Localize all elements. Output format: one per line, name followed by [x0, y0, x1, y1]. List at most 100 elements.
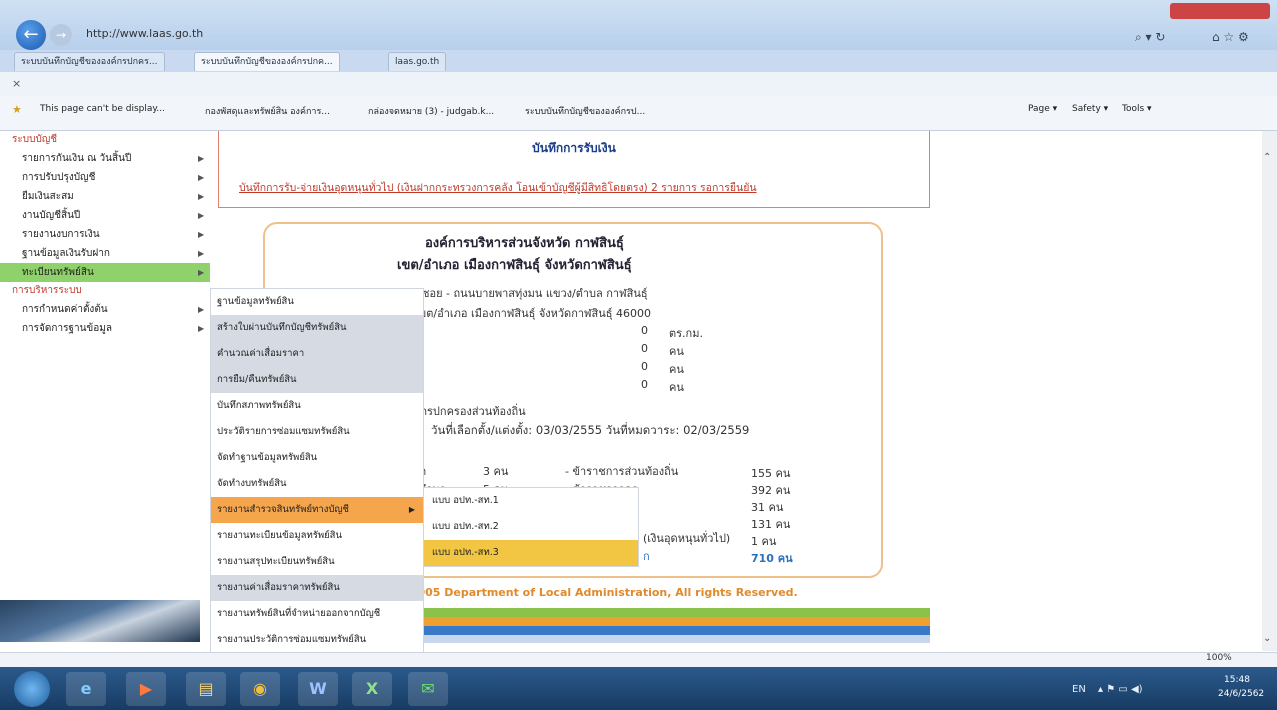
- submenu2-item[interactable]: แบบ อปท.-สท.1: [424, 488, 638, 514]
- tools-menu[interactable]: Tools ▾: [1122, 104, 1152, 114]
- staff-right-value: 31 คน: [751, 501, 784, 514]
- zoom-level[interactable]: 100%: [1206, 653, 1232, 663]
- sidebar-item-label: การปรับปรุงบัญชี: [22, 172, 96, 183]
- submenu-item[interactable]: รายงานทะเบียนข้อมูลทรัพย์สิน: [211, 523, 423, 549]
- scroll-down-icon[interactable]: ⌄: [1263, 633, 1271, 644]
- sidebar-section-accounting: ระบบบัญชี: [12, 134, 58, 145]
- copyright-footer: © 2005 Department of Local Administratio…: [395, 586, 798, 599]
- staff-right-value: 155 คน: [751, 467, 791, 480]
- favorite-4[interactable]: ระบบบันทึกบัญชีขององค์กรป...: [525, 104, 645, 118]
- tray-icons[interactable]: ▴ ⚑ ▭ ◀): [1098, 684, 1143, 695]
- arrow-right-icon: ▶: [198, 249, 205, 258]
- scroll-up-icon[interactable]: ⌃: [1263, 152, 1271, 163]
- sidebar-item-label: การกำหนดค่าตั้งต้น: [22, 304, 108, 315]
- stat-value: 0: [641, 342, 648, 355]
- submenu-item[interactable]: จัดทำงบทรัพย์สิน: [211, 471, 423, 497]
- close-icon[interactable]: ×: [12, 77, 21, 90]
- term-dates: วันที่เลือกตั้ง/แต่งตั้ง: 03/03/2555 วัน…: [431, 423, 750, 437]
- submenu-item[interactable]: ฐานข้อมูลทรัพย์สิน: [211, 289, 423, 315]
- arrow-right-icon: ▶: [198, 173, 205, 182]
- home-icon[interactable]: ⌂ ☆ ⚙: [1212, 30, 1249, 44]
- submenu-item[interactable]: จัดทำฐานข้อมูลทรัพย์สิน: [211, 445, 423, 471]
- ie-icon[interactable]: e: [66, 672, 106, 706]
- pending-transfer-link[interactable]: บันทึกการรับ-จ่ายเงินอุดหนุนทั่วไป (เงิน…: [239, 179, 757, 196]
- tab-2[interactable]: ระบบบันทึกบัญชีขององค์กรปกค...: [194, 52, 340, 71]
- favorites-star-icon[interactable]: ★: [12, 103, 22, 116]
- sidebar-item-label: รายการกันเงิน ณ วันสิ้นปี: [22, 153, 132, 164]
- line-icon[interactable]: ✉: [408, 672, 448, 706]
- submenu-item[interactable]: ประวัติรายการซ่อมแซมทรัพย์สิน: [211, 419, 423, 445]
- tab-strip-lower: [0, 72, 1277, 96]
- safety-menu[interactable]: Safety ▾: [1072, 104, 1108, 114]
- submenu2-item[interactable]: แบบ อปท.-สท.2: [424, 514, 638, 540]
- arrow-right-icon: ▶: [198, 230, 205, 239]
- receipt-title: บันทึกการรับเงิน: [532, 141, 616, 155]
- sidebar: ระบบบัญชี รายการกันเงิน ณ วันสิ้นปี ▶ การ…: [0, 131, 210, 651]
- org-district: เขต/อำเภอ เมืองกาฬสินธุ์ จังหวัดกาฬสินธุ…: [397, 258, 632, 273]
- excel-icon[interactable]: X: [352, 672, 392, 706]
- submenu-item[interactable]: การยืม/คืนทรัพย์สิน: [211, 367, 423, 393]
- back-icon[interactable]: ←: [16, 20, 46, 50]
- address-bar[interactable]: http://www.laas.go.th: [86, 24, 286, 44]
- tab-row: [0, 50, 1277, 73]
- forward-icon[interactable]: →: [50, 24, 72, 46]
- stat-unit: คน: [669, 363, 684, 376]
- sidebar-item-label: การจัดการฐานข้อมูล: [22, 323, 112, 334]
- arrow-right-icon: ▶: [198, 324, 205, 333]
- staff-right-value: 1 คน: [751, 535, 777, 548]
- sidebar-item[interactable]: งานบัญชีสิ้นปี ▶: [0, 206, 210, 225]
- staff-right-value: 392 คน: [751, 484, 791, 497]
- submenu-item-asset-survey[interactable]: รายงานสำรวจสินทรัพย์ทางบัญชี ▶: [211, 497, 423, 523]
- media-icon[interactable]: ▶: [126, 672, 166, 706]
- start-icon[interactable]: [14, 671, 50, 707]
- arrow-right-icon: ▶: [198, 305, 205, 314]
- admin-label: ค์กรปกครองส่วนท้องถิ่น: [413, 405, 526, 418]
- language-indicator[interactable]: EN: [1072, 684, 1086, 695]
- submenu2-item-selected[interactable]: แบบ อปท.-สท.3: [424, 540, 638, 566]
- word-icon[interactable]: W: [298, 672, 338, 706]
- staff-total-value: 710 คน: [751, 552, 793, 565]
- favorite-2[interactable]: กองพัสดุและทรัพย์สิน องค์การ...: [205, 104, 330, 118]
- sidebar-item[interactable]: รายงานงบการเงิน ▶: [0, 225, 210, 244]
- submenu-item[interactable]: สร้างใบผ่านบันทึกบัญชีทรัพย์สิน: [211, 315, 423, 341]
- submenu-item[interactable]: คำนวณค่าเสื่อมราคา: [211, 341, 423, 367]
- sidebar-item-label: ทะเบียนทรัพย์สิน: [22, 267, 94, 278]
- arrow-right-icon: ▶: [408, 505, 415, 514]
- sidebar-item-asset-register[interactable]: ทะเบียนทรัพย์สิน ▶: [0, 263, 210, 282]
- sidebar-item-label: รายงานงบการเงิน: [22, 229, 100, 240]
- submenu-item[interactable]: รายงานประวัติการซ่อมแซมทรัพย์สิน: [211, 627, 423, 653]
- sidebar-item[interactable]: การปรับปรุงบัญชี ▶: [0, 168, 210, 187]
- window-controls[interactable]: [1170, 3, 1270, 19]
- staff-right-label: - ข้าราชการส่วนท้องถิ่น: [565, 465, 679, 478]
- sidebar-item[interactable]: การกำหนดค่าตั้งต้น ▶: [0, 300, 210, 319]
- stat-value: 0: [641, 378, 648, 391]
- favorite-3[interactable]: กล่องจดหมาย (3) - judgab.k...: [368, 104, 494, 118]
- clock-date: 24/6/2562: [1218, 689, 1265, 699]
- submenu-item[interactable]: บันทึกสภาพทรัพย์สิน: [211, 393, 423, 419]
- arrow-right-icon: ▶: [198, 211, 205, 220]
- submenu-item[interactable]: รายงานสรุปทะเบียนทรัพย์สิน: [211, 549, 423, 575]
- submenu-item[interactable]: รายงานค่าเสื่อมราคาทรัพย์สิน: [211, 575, 423, 601]
- sidebar-item-label: งานบัญชีสิ้นปี: [22, 210, 81, 221]
- vertical-scrollbar[interactable]: [1262, 131, 1277, 651]
- footer-stripe-light: [420, 635, 930, 643]
- sidebar-item[interactable]: รายการกันเงิน ณ วันสิ้นปี ▶: [0, 149, 210, 168]
- sidebar-item[interactable]: ฐานข้อมูลเงินรับฝาก ▶: [0, 244, 210, 263]
- sidebar-item[interactable]: ยืมเงินสะสม ▶: [0, 187, 210, 206]
- sidebar-item-label: ยืมเงินสะสม: [22, 191, 74, 202]
- tab-1[interactable]: ระบบบันทึกบัญชีขององค์กรปกคร...: [14, 52, 165, 71]
- org-address-line1: ?/47 ซอย - ถนนบายพาสทุ่งมน แขวง/ตำบล กาฬ…: [395, 287, 648, 300]
- folder-icon[interactable]: ▤: [186, 672, 226, 706]
- asset-submenu: ฐานข้อมูลทรัพย์สิน สร้างใบผ่านบันทึกบัญช…: [210, 288, 424, 654]
- tab-3[interactable]: laas.go.th: [388, 52, 447, 71]
- sidebar-item-label: ฐานข้อมูลเงินรับฝาก: [22, 248, 110, 259]
- chrome-icon[interactable]: ◉: [240, 672, 280, 706]
- arrow-right-icon: ▶: [198, 268, 205, 277]
- page-menu[interactable]: Page ▾: [1028, 104, 1057, 114]
- sidebar-item[interactable]: การจัดการฐานข้อมูล ▶: [0, 319, 210, 338]
- search-icon[interactable]: ⌕ ▾ ↻: [1135, 30, 1165, 45]
- submenu-item[interactable]: รายงานทรัพย์สินที่จำหน่ายออกจากบัญชี: [211, 601, 423, 627]
- sidebar-section-admin: การบริหารระบบ: [12, 285, 82, 296]
- favorite-1[interactable]: This page can't be display...: [40, 104, 165, 114]
- receipt-panel: บันทึกการรับเงิน บันทึกการรับ-จ่ายเงินอุ…: [218, 131, 930, 208]
